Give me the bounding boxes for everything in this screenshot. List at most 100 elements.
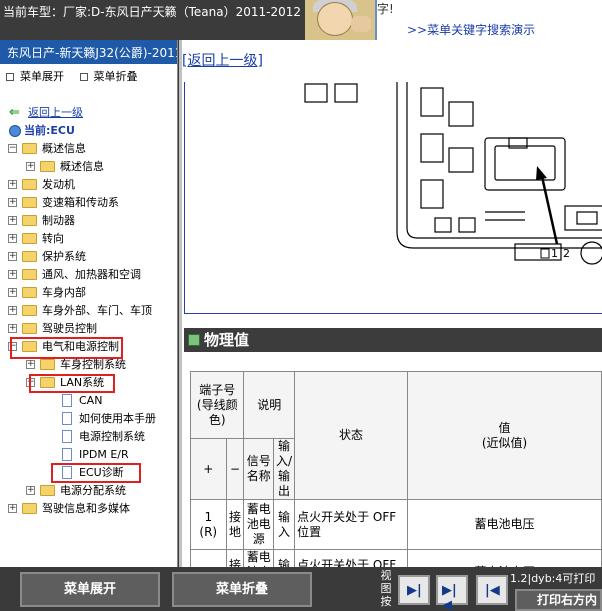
menu-expand-button[interactable]: 菜单展开 (20, 572, 160, 607)
menu-tree: ⇐ 返回上一级 当前:ECU − 概述信息 + 概述信息 + 发动机 + 变速箱… (0, 104, 177, 518)
back-arrow-icon: ⇐ (9, 105, 20, 120)
col-header-signal: 信号名称 (243, 438, 275, 500)
view-left-button[interactable]: |◀ (476, 575, 508, 605)
menu-search-demo-link[interactable]: >>菜单关键字搜索演示 (407, 21, 535, 38)
collapse-all-button[interactable]: 菜单折叠 (79, 70, 138, 83)
cell-signal: 蓄电池电源 (243, 549, 275, 567)
tree-item-label: 车身外部、车门、车顶 (42, 304, 152, 317)
folder-icon (40, 359, 55, 370)
expand-toggle-icon[interactable]: + (8, 234, 17, 243)
table-row: 2 接地 蓄电池电源 输入 点火开关处于 OFF 位置 蓄电池电压 (190, 549, 602, 567)
bottom-bar: 菜单展开 菜单折叠 视图按 ▶| ▶|◀ |◀ 1.2|dyb:4可打印 打印右… (0, 567, 602, 611)
tree-item-label: 驾驶信息和多媒体 (42, 502, 130, 515)
split-icon: ▶|◀ (442, 583, 457, 611)
tree-item-hvac[interactable]: + 通风、加热器和空调 (0, 266, 177, 284)
view-label: 视图按 (380, 569, 392, 608)
cell-io: 输入 (273, 549, 296, 567)
folder-icon (22, 323, 37, 334)
tree-item-engine[interactable]: + 发动机 (0, 176, 177, 194)
back-link-top[interactable]: [返回上一级] (182, 50, 263, 70)
folder-icon (22, 503, 37, 514)
vehicle-model-header: 东风日产-新天籁J32(公爵)-2011 (0, 40, 177, 64)
expand-toggle-icon[interactable]: + (8, 216, 17, 225)
highlight-box (10, 337, 123, 359)
ecu-icon (9, 125, 21, 137)
current-node-label: 当前:ECU (24, 124, 75, 137)
tree-item-label: 保护系统 (42, 250, 86, 263)
current-vehicle-text: 当前车型：厂家:D-东风日产天籁（Teana）2011-2012 (3, 5, 302, 19)
expand-toggle-icon[interactable]: + (8, 270, 17, 279)
folder-icon (22, 215, 37, 226)
document-icon (62, 448, 72, 461)
expand-toggle-icon[interactable]: + (26, 162, 35, 171)
col-header-io: 输入/输出 (273, 438, 296, 500)
folder-icon (22, 197, 37, 208)
folder-icon (40, 161, 55, 172)
tree-item-label: 发动机 (42, 178, 75, 191)
tree-item-steering[interactable]: + 转向 (0, 230, 177, 248)
tree-item-transmission[interactable]: + 变速箱和传动系 (0, 194, 177, 212)
view-split-button[interactable]: ▶|◀ (436, 575, 468, 611)
view-right-button[interactable]: ▶| (398, 575, 430, 605)
tree-item-label: IPDM E/R (79, 448, 129, 461)
expand-toggle-icon[interactable]: + (8, 252, 17, 261)
expand-all-button[interactable]: 菜单展开 (6, 70, 64, 83)
menu-collapse-button[interactable]: 菜单折叠 (172, 572, 312, 607)
back-link[interactable]: 返回上一级 (28, 104, 83, 122)
expand-icon (6, 73, 14, 81)
physical-values-table: 端子号 (导线颜色) 说明 状态 值 (近似值) + − 信号名称 输入/输出 … (189, 371, 602, 567)
tree-item-overview-sub[interactable]: + 概述信息 (0, 158, 177, 176)
tree-item-driver-info[interactable]: + 驾驶信息和多媒体 (0, 500, 177, 518)
tree-item-protection[interactable]: + 保护系统 (0, 248, 177, 266)
tree-item-driver-controls[interactable]: + 驾驶员控制 (0, 320, 177, 338)
content-panel: [返回上一级] 1 2 物理值 端子号 (导线颜色) 说明 状态 值 (近似值)… (182, 40, 602, 567)
connector-diagram: 1 2 (184, 82, 602, 314)
col-header-value: 值 (近似值) (407, 371, 602, 500)
collapse-toggle-icon[interactable]: − (8, 144, 17, 153)
mascot-image (305, 0, 375, 40)
col-header-state: 状态 (294, 371, 409, 500)
tree-item-can[interactable]: CAN (0, 392, 177, 410)
status-text: 1.2|dyb:4可打印 (510, 572, 596, 585)
print-right-button[interactable]: 打印右方内 (515, 589, 602, 611)
tree-item-ipdm[interactable]: IPDM E/R (0, 446, 177, 464)
expand-toggle-icon[interactable]: + (8, 324, 17, 333)
folder-icon (40, 485, 55, 496)
expand-toggle-icon[interactable]: + (26, 360, 35, 369)
tree-item-label: 车身内部 (42, 286, 86, 299)
expand-toggle-icon[interactable]: + (8, 288, 17, 297)
pin-label-2: 2 (563, 247, 570, 260)
tree-item-power-distribution[interactable]: + 电源分配系统 (0, 482, 177, 500)
arrow-right-icon: ▶| (407, 583, 422, 598)
expand-toggle-icon[interactable]: + (8, 198, 17, 207)
notice-text: 字! (377, 2, 394, 16)
cell-ground: 接地 (225, 499, 245, 550)
tree-item-brakes[interactable]: + 制动器 (0, 212, 177, 230)
document-icon (62, 412, 72, 425)
cell-terminal: 2 (190, 549, 227, 567)
expand-toggle-icon[interactable]: + (26, 486, 35, 495)
cell-value: 蓄电池电压 (407, 499, 602, 550)
tree-item-body-exterior[interactable]: + 车身外部、车门、车顶 (0, 302, 177, 320)
section-icon (188, 334, 200, 346)
expand-toggle-icon[interactable]: + (8, 306, 17, 315)
section-title-text: 物理值 (204, 331, 250, 349)
tree-item-label: 概述信息 (60, 160, 104, 173)
expand-toggle-icon[interactable]: + (8, 504, 17, 513)
folder-icon (22, 233, 37, 244)
expand-all-label: 菜单展开 (20, 70, 64, 83)
connector-diagram-svg: 1 2 (304, 82, 602, 265)
tree-back-item[interactable]: ⇐ 返回上一级 (0, 104, 177, 122)
tree-item-how-to-use[interactable]: 如何使用本手册 (0, 410, 177, 428)
pin-label-1: 1 (551, 247, 558, 260)
expand-toggle-icon[interactable]: + (8, 180, 17, 189)
notice-panel: 字! >>菜单关键字搜索演示 (375, 0, 602, 40)
tree-item-body-interior[interactable]: + 车身内部 (0, 284, 177, 302)
cell-state: 点火开关处于 OFF 位置 (294, 549, 409, 567)
tree-item-label: 驾驶员控制 (42, 322, 97, 335)
tree-item-overview[interactable]: − 概述信息 (0, 140, 177, 158)
document-icon (62, 394, 72, 407)
tree-item-power-control[interactable]: 电源控制系统 (0, 428, 177, 446)
tree-item-label: 制动器 (42, 214, 75, 227)
cell-signal: 蓄电池电源 (243, 499, 275, 550)
